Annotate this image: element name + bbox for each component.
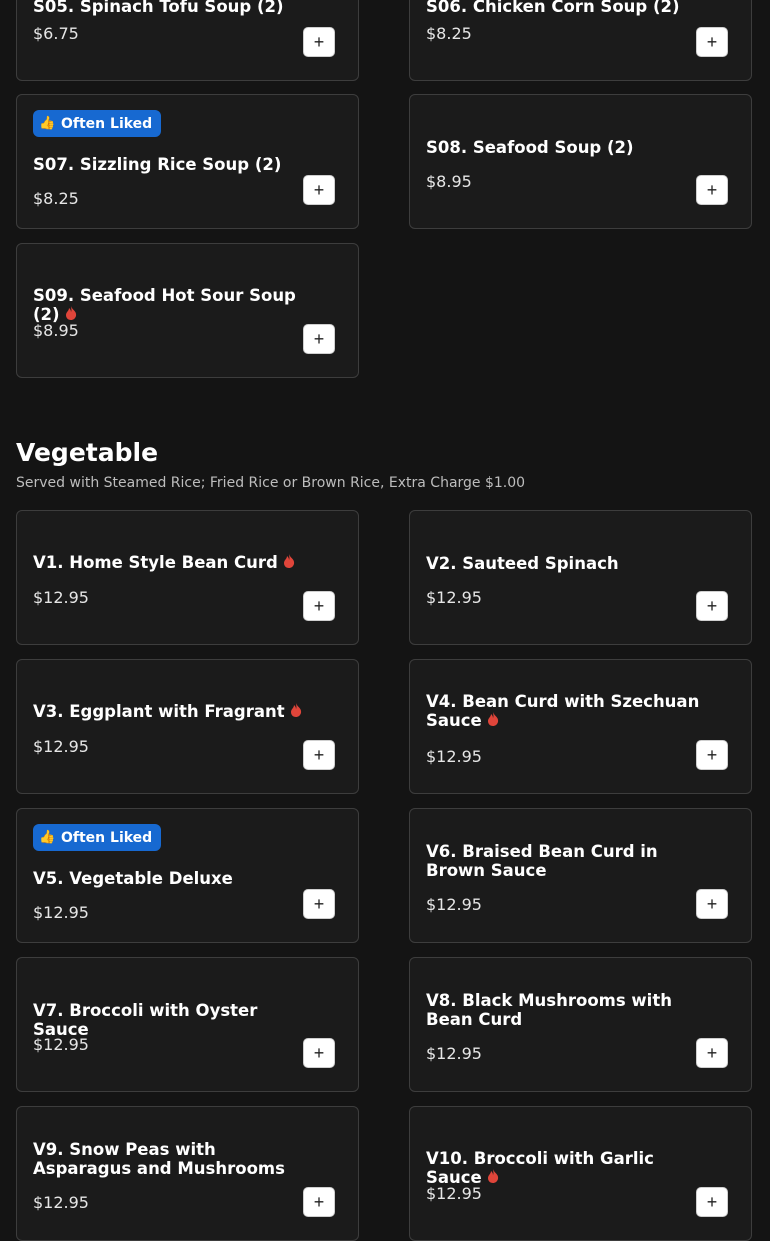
item-price: $6.75: [33, 24, 79, 43]
item-title: S08. Seafood Soup (2): [426, 138, 634, 157]
section-note: Served with Steamed Rice; Fried Rice or …: [16, 475, 526, 491]
item-title: S07. Sizzling Rice Soup (2): [33, 155, 282, 174]
item-title: V5. Vegetable Deluxe: [33, 869, 233, 888]
menu-item-card[interactable]: V4. Bean Curd with Szechuan Sauce $12.95…: [409, 659, 752, 794]
item-title: S05. Spinach Tofu Soup (2): [33, 0, 284, 16]
item-title: V6. Braised Bean Curd in Brown Sauce: [426, 842, 658, 880]
item-price: $12.95: [426, 588, 482, 607]
item-price: $12.95: [33, 903, 89, 922]
menu-item-card[interactable]: 👍 Often Liked S07. Sizzling Rice Soup (2…: [16, 94, 359, 229]
often-liked-badge: 👍 Often Liked: [33, 824, 162, 851]
item-price: $12.95: [426, 1184, 482, 1203]
add-to-cart-button[interactable]: +: [696, 175, 728, 205]
add-to-cart-button[interactable]: +: [696, 27, 728, 57]
add-to-cart-button[interactable]: +: [303, 1038, 335, 1068]
menu-item-card[interactable]: S06. Chicken Corn Soup (2) $8.25 +: [409, 0, 752, 81]
item-price: $12.95: [426, 1044, 482, 1063]
item-price: $12.95: [426, 747, 482, 766]
item-title: V9. Snow Peas with Asparagus and Mushroo…: [33, 1140, 285, 1178]
menu-item-card[interactable]: V9. Snow Peas with Asparagus and Mushroo…: [16, 1106, 359, 1241]
menu-item-card[interactable]: V3. Eggplant with Fragrant $12.95 +: [16, 659, 359, 794]
often-liked-badge: 👍 Often Liked: [33, 110, 162, 137]
thumbs-up-icon: 👍: [39, 116, 55, 131]
flame-icon: [65, 305, 76, 320]
flame-icon: [290, 702, 301, 717]
menu-item-card[interactable]: S08. Seafood Soup (2) $8.95 +: [409, 94, 752, 229]
item-price: $8.25: [33, 189, 79, 208]
add-to-cart-button[interactable]: +: [696, 1038, 728, 1068]
item-price: $12.95: [33, 1193, 89, 1212]
item-title: S09. Seafood Hot Sour Soup (2): [33, 286, 296, 324]
add-to-cart-button[interactable]: +: [696, 740, 728, 770]
menu-item-card[interactable]: S05. Spinach Tofu Soup (2) $6.75 +: [16, 0, 359, 81]
item-price: $12.95: [33, 1035, 89, 1054]
menu-item-card[interactable]: V10. Broccoli with Garlic Sauce $12.95 +: [409, 1106, 752, 1241]
menu-item-card[interactable]: V2. Sauteed Spinach $12.95 +: [409, 510, 752, 645]
item-price: $8.95: [33, 321, 79, 340]
menu-item-card[interactable]: 👍 Often Liked V5. Vegetable Deluxe $12.9…: [16, 808, 359, 943]
item-price: $8.25: [426, 24, 472, 43]
add-to-cart-button[interactable]: +: [696, 1187, 728, 1217]
item-title: V3. Eggplant with Fragrant: [33, 702, 318, 721]
section-title: Vegetable: [16, 438, 159, 467]
item-title: S06. Chicken Corn Soup (2): [426, 0, 680, 16]
add-to-cart-button[interactable]: +: [303, 175, 335, 205]
add-to-cart-button[interactable]: +: [303, 889, 335, 919]
item-title: V2. Sauteed Spinach: [426, 554, 619, 573]
item-title: V1. Home Style Bean Curd: [33, 553, 318, 572]
add-to-cart-button[interactable]: +: [696, 889, 728, 919]
add-to-cart-button[interactable]: +: [303, 1187, 335, 1217]
item-title: V10. Broccoli with Garlic Sauce: [426, 1149, 654, 1187]
flame-icon: [487, 711, 498, 726]
item-title: V8. Black Mushrooms with Bean Curd: [426, 991, 672, 1029]
menu-item-card[interactable]: V6. Braised Bean Curd in Brown Sauce $12…: [409, 808, 752, 943]
add-to-cart-button[interactable]: +: [303, 324, 335, 354]
add-to-cart-button[interactable]: +: [303, 740, 335, 770]
add-to-cart-button[interactable]: +: [696, 591, 728, 621]
menu-item-card[interactable]: V8. Black Mushrooms with Bean Curd $12.9…: [409, 957, 752, 1092]
menu-item-card[interactable]: S09. Seafood Hot Sour Soup (2) $8.95 +: [16, 243, 359, 378]
flame-icon: [283, 553, 294, 568]
item-price: $8.95: [426, 172, 472, 191]
menu-item-card[interactable]: V1. Home Style Bean Curd $12.95 +: [16, 510, 359, 645]
item-price: $12.95: [426, 895, 482, 914]
flame-icon: [487, 1168, 498, 1183]
add-to-cart-button[interactable]: +: [303, 591, 335, 621]
thumbs-up-icon: 👍: [39, 830, 55, 845]
item-title: V7. Broccoli with Oyster Sauce: [33, 1001, 258, 1039]
item-price: $12.95: [33, 588, 89, 607]
menu-item-card[interactable]: V7. Broccoli with Oyster Sauce $12.95 +: [16, 957, 359, 1092]
item-title: V4. Bean Curd with Szechuan Sauce: [426, 692, 700, 730]
item-price: $12.95: [33, 737, 89, 756]
add-to-cart-button[interactable]: +: [303, 27, 335, 57]
